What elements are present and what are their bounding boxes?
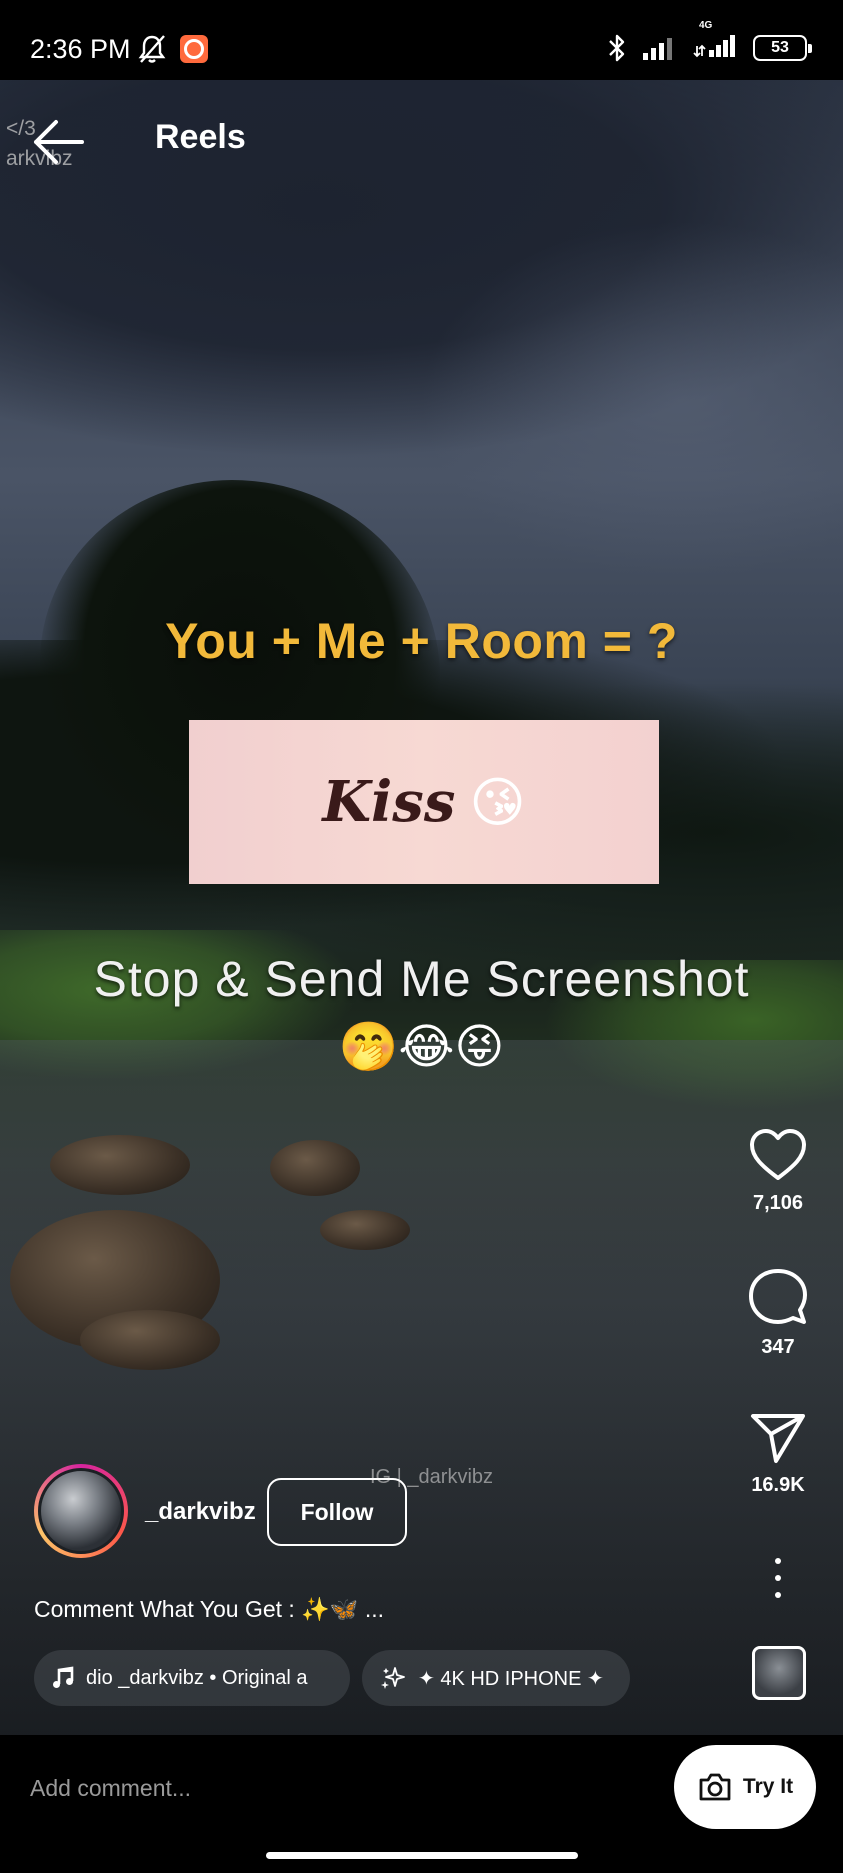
bell-muted-icon — [138, 35, 166, 63]
video-cta-text: Stop & Send Me Screenshot — [93, 951, 750, 1007]
try-it-button[interactable]: Try It — [674, 1745, 816, 1829]
camera-icon — [699, 1773, 731, 1801]
signal-strength-icon — [643, 37, 672, 60]
effect-chip-label: ✦ 4K HD IPHONE ✦ — [418, 1667, 604, 1690]
avatar[interactable] — [38, 1468, 124, 1554]
share-action[interactable]: 16.9K — [730, 1412, 826, 1497]
reel-caption[interactable]: Comment What You Get : ✨🦋 ... — [34, 1596, 384, 1623]
video-answer-text: Kiss — [322, 769, 456, 835]
comment-bubble-icon[interactable] — [748, 1268, 808, 1326]
video-answer-box: Kiss 😘 — [189, 720, 659, 884]
status-bar: 2:36 PM 4G 53 — [0, 0, 843, 80]
author-username[interactable]: _darkvibz — [145, 1498, 256, 1526]
video-bg-rock — [320, 1210, 410, 1250]
status-left-icons — [138, 34, 208, 64]
sparkles-icon — [381, 1667, 405, 1689]
heart-icon[interactable] — [748, 1128, 808, 1182]
comment-count: 347 — [761, 1336, 795, 1358]
signal-4g-icon: 4G — [693, 20, 741, 63]
app-notification-icon — [180, 35, 208, 63]
more-options-icon[interactable] — [766, 1558, 790, 1598]
comment-input[interactable] — [30, 1766, 630, 1810]
like-action[interactable]: 7,106 — [730, 1128, 826, 1215]
send-icon[interactable] — [749, 1412, 807, 1464]
audio-chip-label: dio _darkvibz • Original a — [86, 1666, 308, 1689]
status-right-icons: 4G 53 — [605, 20, 812, 63]
music-note-icon — [53, 1666, 74, 1688]
page-title: Reels — [155, 118, 246, 156]
network-type: 4G — [699, 20, 713, 31]
video-question-text: You + Me + Room = ? — [165, 613, 678, 669]
kiss-emoji-icon: 😘 — [469, 772, 526, 833]
share-count: 16.9K — [751, 1474, 805, 1496]
battery-icon: 53 — [753, 34, 812, 61]
video-bg-clouds-light — [420, 220, 843, 580]
video-bg-rock — [270, 1140, 360, 1196]
comment-action[interactable]: 347 — [730, 1268, 826, 1359]
audio-thumbnail[interactable] — [752, 1646, 806, 1700]
home-indicator[interactable] — [266, 1852, 578, 1859]
video-bg-rock — [80, 1310, 220, 1370]
like-count: 7,106 — [752, 1192, 804, 1214]
author-avatar-ring[interactable] — [34, 1464, 128, 1558]
try-it-label: Try It — [742, 1775, 794, 1798]
status-time: 2:36 PM — [30, 34, 131, 64]
bluetooth-icon — [609, 34, 625, 61]
video-cta-emojis: 🤭😂😝 — [338, 1021, 505, 1074]
battery-level: 53 — [771, 38, 789, 56]
audio-chip[interactable]: dio _darkvibz • Original a — [34, 1650, 350, 1706]
video-bg-rock — [50, 1135, 190, 1195]
back-arrow-icon[interactable] — [30, 116, 86, 168]
follow-button[interactable]: Follow — [267, 1478, 407, 1546]
effect-chip[interactable]: ✦ 4K HD IPHONE ✦ — [362, 1650, 630, 1706]
